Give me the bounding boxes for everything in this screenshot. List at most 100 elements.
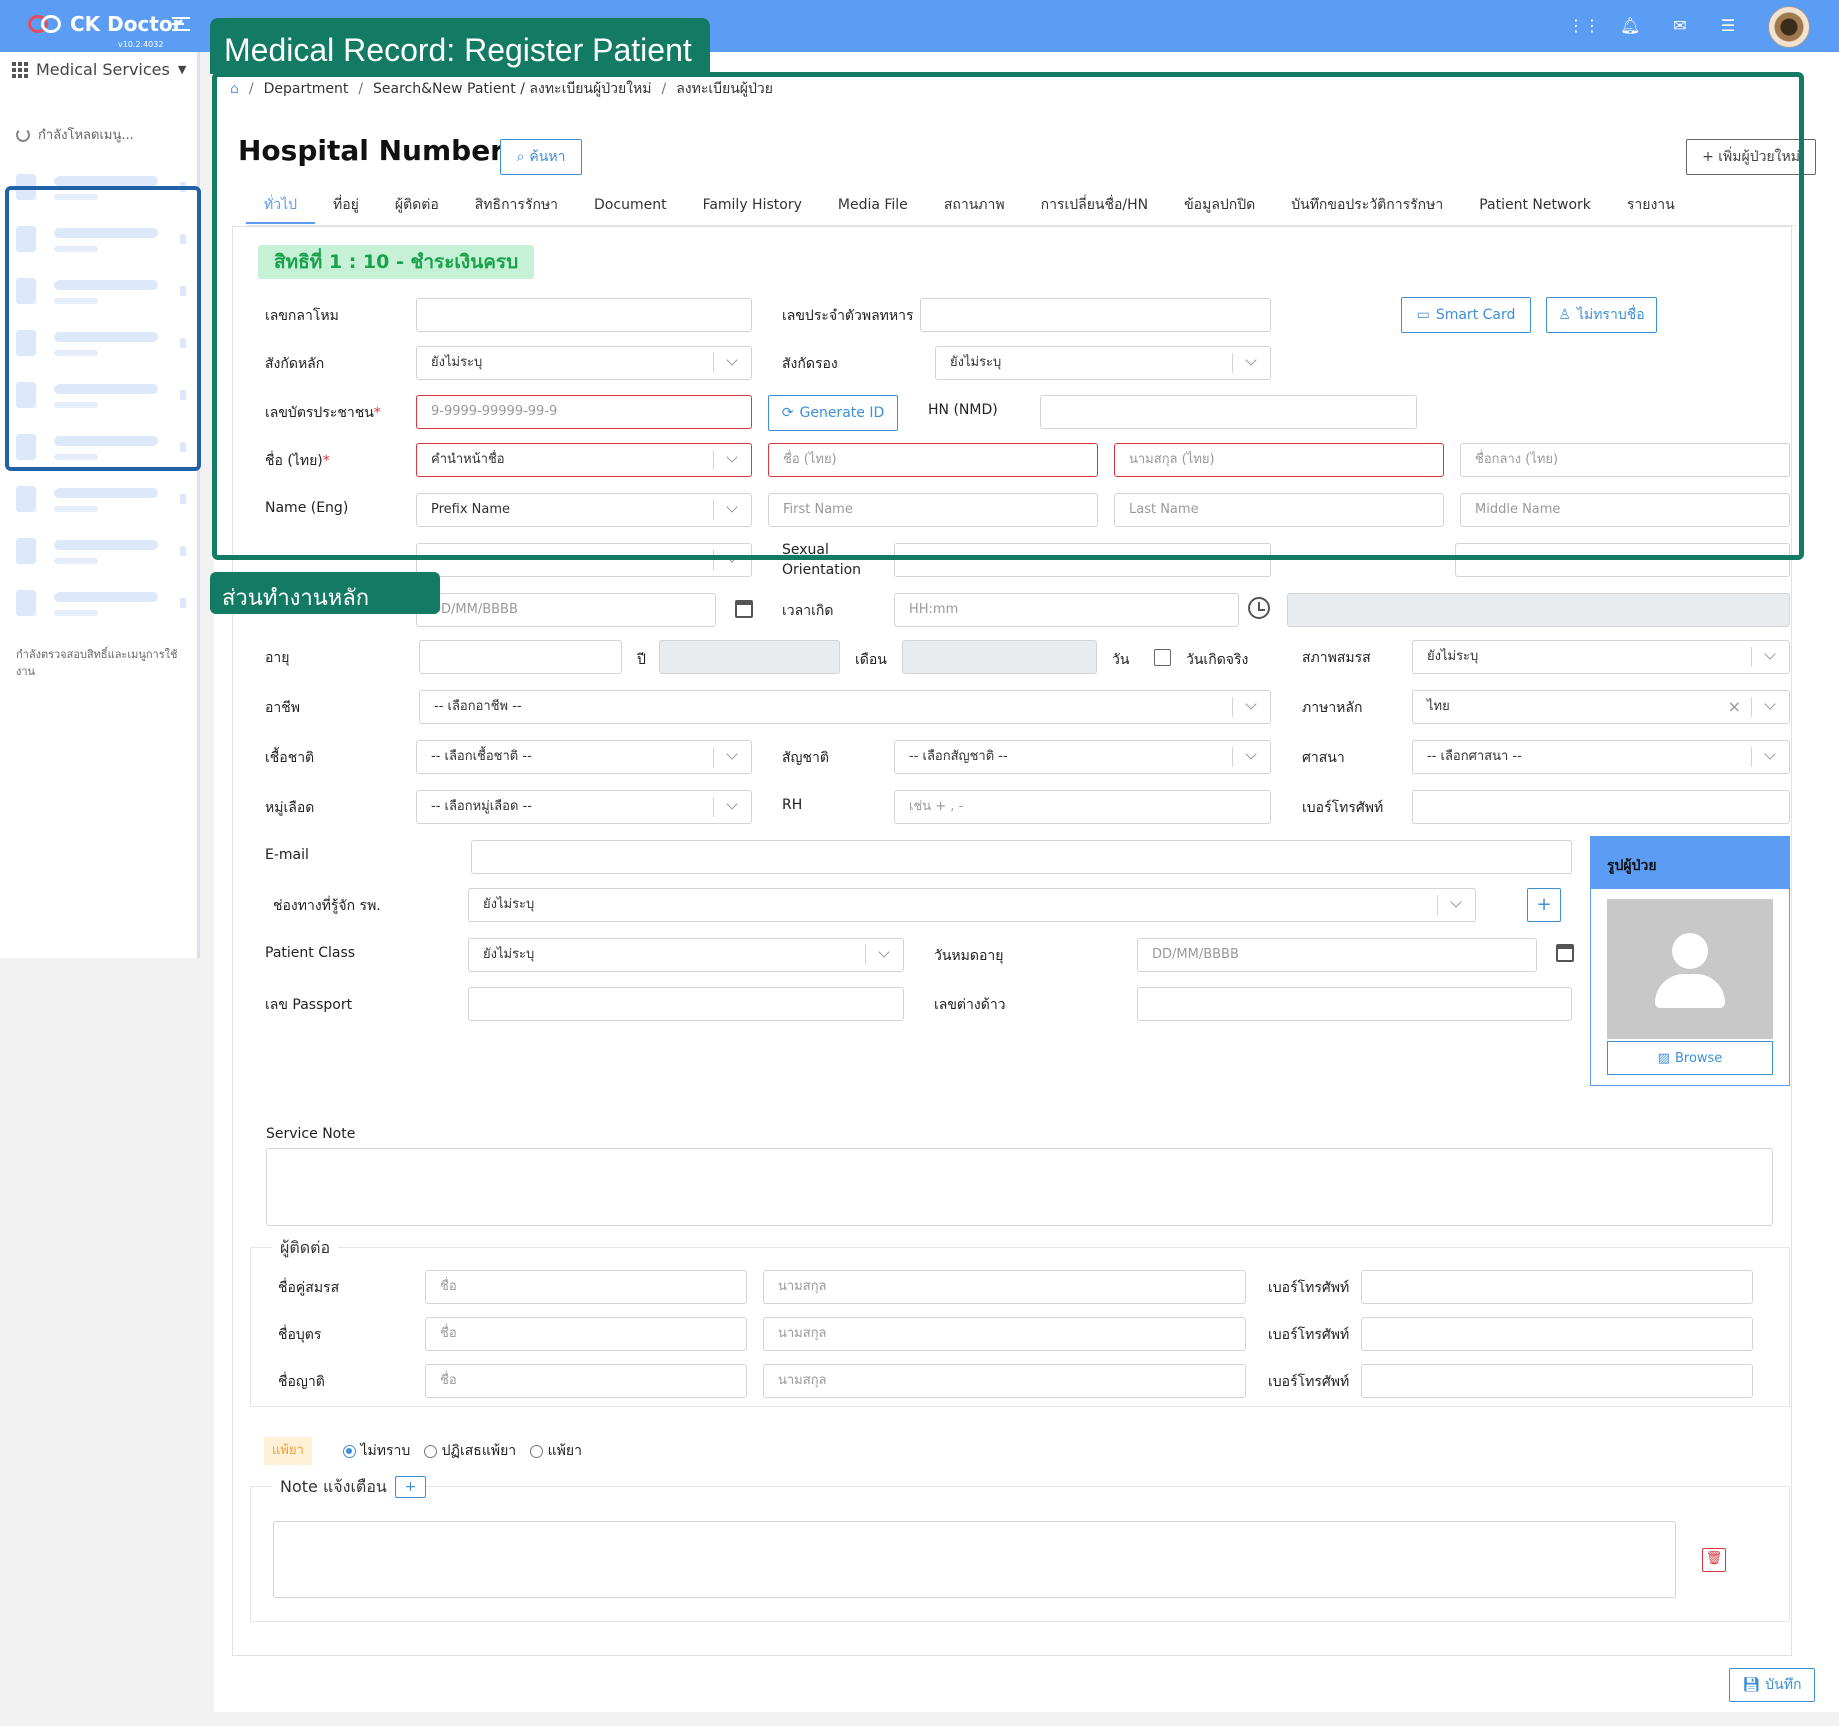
- contact-label-spouse: ชื่อคู่สมรส: [278, 1280, 340, 1296]
- spinner-icon: [16, 127, 30, 142]
- chevron-down-icon: [713, 797, 751, 817]
- allergy-option-unknown[interactable]: ไม่ทราบ: [343, 1440, 410, 1462]
- sidebar-loading: กำลังโหลดเมนู...: [16, 124, 134, 145]
- allergy-option-allergic[interactable]: แพ้ยา: [530, 1440, 582, 1462]
- user-avatar[interactable]: [1768, 6, 1810, 48]
- marital-value: ยังไม่ระบุ: [1427, 649, 1479, 664]
- spouse-first-input[interactable]: ชื่อ: [425, 1270, 747, 1304]
- birth-info-readonly: [1287, 593, 1790, 627]
- channel-select[interactable]: ยังไม่ระบุ: [468, 888, 1476, 922]
- annotation-section-label: ส่วนทำงานหลัก: [210, 572, 440, 614]
- passport-input[interactable]: [468, 987, 904, 1021]
- alien-id-label: เลขต่างด้าว: [934, 997, 1006, 1013]
- age-input[interactable]: [419, 640, 622, 674]
- age-day-readonly: [902, 640, 1097, 674]
- religion-select[interactable]: -- เลือกศาสนา --: [1412, 740, 1790, 774]
- service-note-label: Service Note: [266, 1126, 356, 1142]
- menu-toggle-icon[interactable]: [172, 17, 190, 35]
- apps-grid-icon[interactable]: ⋮⋮: [1568, 16, 1600, 36]
- language-value: ไทย: [1427, 699, 1450, 714]
- app-version: v10.2.4032: [118, 40, 164, 49]
- race-select[interactable]: -- เลือกเชื้อชาติ --: [416, 740, 752, 774]
- spouse-phone-input[interactable]: [1361, 1270, 1753, 1304]
- calendar-icon[interactable]: [1556, 944, 1574, 962]
- expiry-date-input[interactable]: DD/MM/BBBB: [1137, 938, 1537, 972]
- bell-icon[interactable]: 🔔︎: [1620, 16, 1640, 36]
- sidebar-module-selector[interactable]: Medical Services ▼: [12, 60, 186, 79]
- real-birthday-checkbox[interactable]: [1154, 649, 1171, 666]
- app-name: CK Doctor: [70, 12, 183, 36]
- race-label: เชื้อชาติ: [265, 750, 315, 766]
- app-logo[interactable]: CK Doctor: [28, 12, 183, 36]
- birth-date-input[interactable]: DD/MM/BBBB: [416, 593, 716, 627]
- spouse-phone-label: เบอร์โทรศัพท์: [1268, 1280, 1350, 1296]
- radio-icon: [424, 1444, 438, 1458]
- sidebar-note: กำลังตรวจสอบสิทธิ์และเมนูการใช้งาน: [16, 648, 178, 678]
- radio-icon: [530, 1444, 544, 1458]
- save-button[interactable]: 💾︎ บันทึก: [1729, 1668, 1815, 1702]
- patient-class-select[interactable]: ยังไม่ระบุ: [468, 938, 904, 972]
- nationality-label: สัญชาติ: [782, 750, 829, 766]
- birth-time-input[interactable]: HH:mm: [894, 593, 1239, 627]
- menu-skeleton-item: [16, 482, 186, 528]
- add-channel-button[interactable]: +: [1527, 888, 1561, 922]
- alien-id-input[interactable]: [1137, 987, 1572, 1021]
- spouse-last-input[interactable]: นามสกุล: [763, 1270, 1246, 1304]
- allergy-option-deny[interactable]: ปฏิเสธแพ้ยา: [424, 1440, 516, 1462]
- occupation-select[interactable]: -- เลือกอาชีพ --: [419, 690, 1271, 724]
- photo-panel-title: รูปผู้ป่วย: [1591, 837, 1789, 889]
- marital-select[interactable]: ยังไม่ระบุ: [1412, 640, 1790, 674]
- browse-label: Browse: [1674, 1050, 1723, 1066]
- clear-icon[interactable]: ×: [1728, 691, 1741, 723]
- menu-skeleton-item: [16, 534, 186, 580]
- child-phone-label: เบอร์โทรศัพท์: [1268, 1327, 1350, 1343]
- child-first-input[interactable]: ชื่อ: [425, 1317, 747, 1351]
- relative-phone-input[interactable]: [1361, 1364, 1753, 1398]
- blood-label: หมู่เลือด: [265, 800, 315, 816]
- relative-last-input[interactable]: นามสกุล: [763, 1364, 1246, 1398]
- service-note-textarea[interactable]: [266, 1148, 1773, 1226]
- email-label: E-mail: [265, 847, 309, 863]
- child-phone-input[interactable]: [1361, 1317, 1753, 1351]
- mail-icon[interactable]: ✉: [1670, 16, 1690, 36]
- religion-label: ศาสนา: [1302, 750, 1345, 766]
- relative-first-input[interactable]: ชื่อ: [425, 1364, 747, 1398]
- chevron-down-icon: [865, 945, 903, 965]
- religion-value: -- เลือกศาสนา --: [1427, 749, 1522, 764]
- chevron-down-icon: [1751, 697, 1789, 717]
- save-label: บันทึก: [1765, 1677, 1802, 1693]
- language-select[interactable]: ไทย ×: [1412, 690, 1790, 724]
- caret-down-icon: ▼: [177, 63, 187, 76]
- day-label: วัน: [1112, 652, 1130, 668]
- note-alert-textarea[interactable]: [273, 1521, 1676, 1598]
- patient-class-value: ยังไม่ระบุ: [483, 947, 535, 962]
- phone-input[interactable]: [1412, 790, 1790, 824]
- channel-value: ยังไม่ระบุ: [483, 897, 535, 912]
- clock-icon[interactable]: [1248, 597, 1270, 619]
- browse-photo-button[interactable]: ▨ Browse: [1607, 1041, 1773, 1075]
- sidebar-title: Medical Services: [36, 60, 170, 79]
- chevron-down-icon: [1751, 647, 1789, 667]
- rh-input[interactable]: เช่น + , -: [894, 790, 1271, 824]
- task-list-icon[interactable]: ☰: [1718, 16, 1738, 36]
- blood-value: -- เลือกหมู่เลือด --: [431, 799, 532, 814]
- contacts-legend: ผู้ติดต่อ: [272, 1236, 339, 1261]
- grid-icon: [12, 61, 28, 78]
- contact-label-child: ชื่อบุตร: [278, 1327, 322, 1343]
- email-input[interactable]: [471, 840, 1572, 874]
- nationality-value: -- เลือกสัญชาติ --: [909, 749, 1008, 764]
- channel-label: ช่องทางที่รู้จัก รพ.: [273, 898, 381, 914]
- age-label: อายุ: [265, 650, 290, 666]
- child-last-input[interactable]: นามสกุล: [763, 1317, 1246, 1351]
- patient-class-label: Patient Class: [265, 945, 356, 961]
- radio-icon: [343, 1444, 356, 1458]
- note-alert-legend: Note แจ้งเตือน: [272, 1475, 395, 1500]
- expiry-label: วันหมดอายุ: [934, 948, 1004, 964]
- occupation-value: -- เลือกอาชีพ --: [434, 699, 522, 714]
- add-note-button[interactable]: +: [395, 1476, 426, 1498]
- nationality-select[interactable]: -- เลือกสัญชาติ --: [894, 740, 1271, 774]
- blood-select[interactable]: -- เลือกหมู่เลือด --: [416, 790, 752, 824]
- calendar-icon[interactable]: [735, 600, 753, 618]
- rh-label: RH: [782, 797, 803, 813]
- trash-icon[interactable]: 🗑︎: [1702, 1548, 1726, 1572]
